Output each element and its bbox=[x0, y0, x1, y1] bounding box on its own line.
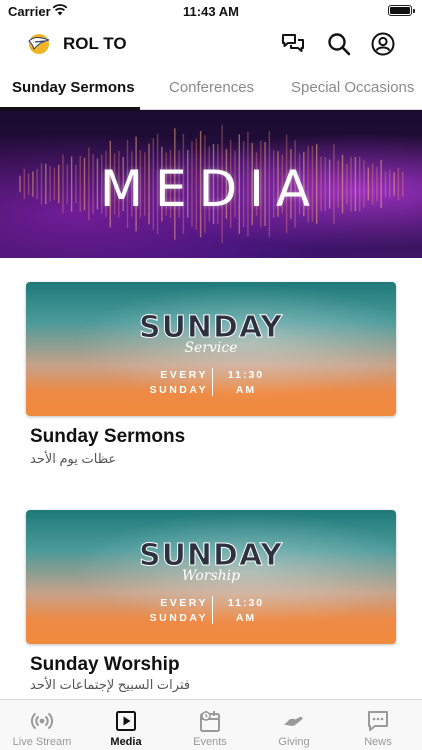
search-icon[interactable] bbox=[326, 31, 352, 57]
battery-icon bbox=[388, 5, 415, 16]
tab-special-occasions[interactable]: Special Occasions bbox=[291, 79, 414, 96]
nav-label: Live Stream bbox=[12, 736, 72, 748]
banner-schedule-day: EVERY SUNDAY bbox=[149, 597, 208, 624]
nav-label: Events bbox=[193, 736, 227, 748]
nav-label: Giving bbox=[278, 736, 310, 748]
media-card-sunday-worship[interactable]: SUNDAY Worship EVERY SUNDAY 11:30 AM Sun… bbox=[26, 510, 396, 698]
media-card-sunday-sermons[interactable]: SUNDAY Service EVERY SUNDAY 11:30 AM Sun… bbox=[26, 282, 396, 472]
banner-schedule-day: EVERY SUNDAY bbox=[149, 369, 208, 396]
nav-label: News bbox=[364, 736, 392, 748]
card-title[interactable]: Sunday Worship bbox=[30, 654, 180, 676]
banner-schedule-time: 11:30 AM bbox=[227, 369, 265, 396]
media-hero-banner: MEDIA bbox=[0, 110, 422, 258]
card-subtitle: عظات يوم الأحد bbox=[30, 451, 117, 466]
giving-hand-icon bbox=[284, 716, 303, 726]
nav-label: Media bbox=[110, 736, 142, 748]
chat-icon[interactable] bbox=[280, 31, 306, 57]
nav-events[interactable]: Events bbox=[168, 700, 252, 750]
status-bar: Carrier 11:43 AM bbox=[0, 0, 422, 22]
tab-sunday-sermons[interactable]: Sunday Sermons bbox=[12, 79, 135, 96]
banner-divider bbox=[212, 368, 213, 396]
card-subtitle: فترات السبيح لإجتماعات الأحد bbox=[30, 677, 191, 692]
app-title: ROL TO bbox=[63, 34, 127, 53]
nav-giving[interactable]: Giving bbox=[252, 700, 336, 750]
account-icon[interactable] bbox=[370, 31, 396, 57]
banner-divider bbox=[212, 596, 213, 624]
card-title[interactable]: Sunday Sermons bbox=[30, 426, 185, 448]
hero-title: MEDIA bbox=[99, 160, 323, 218]
banner-schedule-time: 11:30 AM bbox=[227, 597, 265, 624]
app-header: ROL TO bbox=[0, 22, 422, 66]
card-banner-image[interactable]: SUNDAY Service EVERY SUNDAY 11:30 AM bbox=[26, 282, 396, 416]
logo-icon[interactable] bbox=[26, 32, 52, 56]
media-play-icon bbox=[116, 711, 136, 731]
card-banner-image[interactable]: SUNDAY Worship EVERY SUNDAY 11:30 AM bbox=[26, 510, 396, 644]
events-calendar-icon bbox=[200, 711, 220, 732]
nav-live-stream[interactable]: Live Stream bbox=[0, 700, 84, 750]
nav-media[interactable]: Media bbox=[84, 700, 168, 750]
banner-script: Service bbox=[184, 340, 238, 356]
news-chat-icon bbox=[368, 711, 388, 731]
tab-conferences[interactable]: Conferences bbox=[169, 79, 254, 96]
live-stream-icon bbox=[30, 713, 54, 729]
status-time: 11:43 AM bbox=[183, 4, 239, 19]
bottom-nav: Live Stream Media Events Giving News bbox=[0, 699, 422, 750]
banner-script: Worship bbox=[181, 568, 241, 584]
tab-bar: Sunday Sermons Conferences Special Occas… bbox=[0, 66, 422, 110]
nav-news[interactable]: News bbox=[336, 700, 420, 750]
